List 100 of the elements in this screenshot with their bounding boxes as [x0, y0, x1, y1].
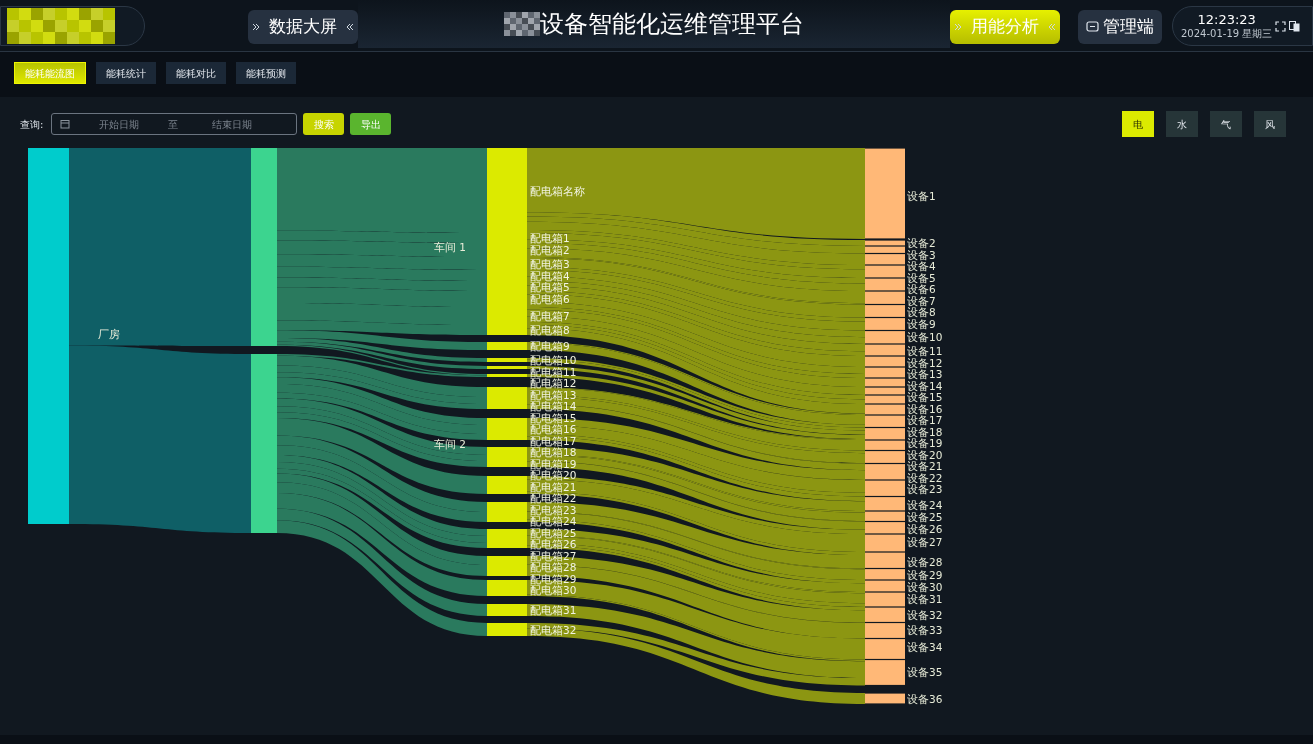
tab[interactable]: 能耗统计 — [96, 62, 156, 84]
node-label: 配电箱15 — [530, 411, 577, 424]
node-label: 设备14 — [907, 379, 943, 392]
node-label: 配电箱11 — [530, 365, 577, 378]
node-label: 配电箱27 — [530, 549, 577, 562]
node-label: 设备21 — [907, 460, 943, 472]
chevrons-icon — [954, 23, 962, 31]
node-label: 设备24 — [907, 499, 943, 511]
node-label: 设备16 — [907, 402, 943, 415]
distribution-box-node — [487, 556, 527, 565]
device-node — [865, 331, 905, 344]
node-label: 配电箱6 — [530, 293, 570, 305]
blurred-text-drawing — [504, 12, 540, 36]
node-label: 设备33 — [907, 624, 943, 636]
node-label: 配电箱7 — [530, 310, 570, 322]
device-node — [865, 639, 905, 659]
node-label: 配电箱31 — [530, 604, 577, 616]
distribution-box-node — [487, 604, 527, 616]
node-label: 设备28 — [907, 556, 943, 568]
distribution-box-node — [487, 512, 527, 522]
node-label: 设备3 — [907, 248, 936, 261]
nav-button[interactable]: 管理端 — [1078, 10, 1162, 44]
node-label: 厂房 — [98, 328, 120, 340]
platform-title: 设备智能化运维管理平台 — [540, 12, 804, 36]
translate-icon[interactable] — [1289, 20, 1301, 32]
query-label: 查询: — [20, 117, 44, 132]
node-label: 设备6 — [907, 283, 936, 295]
node-label: 配电箱28 — [530, 561, 577, 573]
chevrons-icon — [346, 23, 354, 31]
node-label: 设备7 — [907, 294, 936, 307]
clock-date: 2024-01-19 星期三 — [1181, 27, 1273, 41]
device-node — [865, 580, 905, 592]
node-label: 设备1 — [907, 190, 936, 202]
range-separator: 至 — [168, 117, 179, 132]
node-label: 配电箱32 — [530, 623, 577, 636]
distribution-box-node — [487, 623, 527, 636]
node-label: 配电箱22 — [530, 492, 577, 504]
device-node — [865, 428, 905, 440]
node-label: 配电箱8 — [530, 324, 570, 336]
device-node — [865, 415, 905, 427]
fullscreen-icon[interactable] — [1275, 20, 1287, 32]
distribution-box-node — [487, 476, 527, 494]
node-label: 设备29 — [907, 569, 943, 581]
device-node — [865, 344, 905, 356]
energy-type-toggle[interactable]: 气 — [1210, 111, 1242, 137]
device-node — [865, 440, 905, 450]
node-label: 配电箱17 — [530, 434, 577, 447]
device-node — [865, 660, 905, 685]
start-date-input[interactable]: 开始日期 — [74, 116, 165, 132]
device-node — [865, 497, 905, 511]
distribution-box-node — [487, 374, 527, 377]
node-label: 配电箱21 — [530, 480, 577, 493]
node-label: 设备5 — [907, 271, 936, 284]
node-label: 设备9 — [907, 318, 936, 330]
monitor-icon — [1086, 21, 1099, 33]
distribution-box-node — [487, 580, 527, 596]
energy-type-toggle[interactable]: 电 — [1122, 111, 1154, 137]
node-label: 设备18 — [907, 425, 943, 438]
tab[interactable]: 能耗对比 — [166, 62, 226, 84]
node-label: 配电箱18 — [530, 446, 577, 458]
node-label: 配电箱2 — [530, 244, 570, 256]
tab[interactable]: 能耗预测 — [236, 62, 296, 84]
end-date-input[interactable]: 结束日期 — [182, 116, 283, 132]
energy-type-toggle[interactable]: 水 — [1166, 111, 1198, 137]
distribution-box-node — [487, 342, 527, 350]
clock-time: 12:23:23 — [1197, 11, 1256, 28]
device-node — [865, 464, 905, 480]
device-node — [865, 378, 905, 387]
date-range-field[interactable]: 开始日期 至 结束日期 — [51, 113, 298, 135]
device-node — [865, 511, 905, 521]
energy-type-toggle[interactable]: 风 — [1254, 111, 1286, 137]
device-node — [865, 607, 905, 622]
nav-button[interactable]: 数据大屏 — [248, 10, 358, 44]
device-node — [865, 356, 905, 367]
node-label: 配电箱29 — [530, 572, 577, 585]
distribution-box-node — [487, 366, 527, 369]
node-label: 设备32 — [907, 609, 943, 621]
device-node — [865, 395, 905, 404]
device-node — [865, 404, 905, 415]
node-label: 设备13 — [907, 368, 943, 380]
node-label: 设备20 — [907, 448, 943, 461]
node-label: 设备22 — [907, 471, 943, 484]
node-label: 配电箱3 — [530, 257, 570, 270]
device-node — [865, 318, 905, 330]
node-label: 配电箱14 — [530, 400, 577, 412]
node-label: 配电箱23 — [530, 503, 577, 516]
device-node — [865, 623, 905, 638]
node-label: 配电箱19 — [530, 457, 577, 470]
node-label: 设备35 — [907, 666, 943, 678]
device-node — [865, 592, 905, 607]
node-label: 设备31 — [907, 593, 943, 605]
node-label: 配电箱4 — [530, 269, 570, 282]
distribution-box-node — [487, 502, 527, 512]
device-node — [865, 278, 905, 291]
node-label: 配电箱9 — [530, 340, 570, 352]
chevrons-icon — [1048, 23, 1056, 31]
calendar-icon — [60, 119, 71, 129]
node-label: 配电箱13 — [530, 388, 577, 401]
node-label: 配电箱12 — [530, 377, 577, 389]
node-label: 设备8 — [907, 306, 936, 318]
